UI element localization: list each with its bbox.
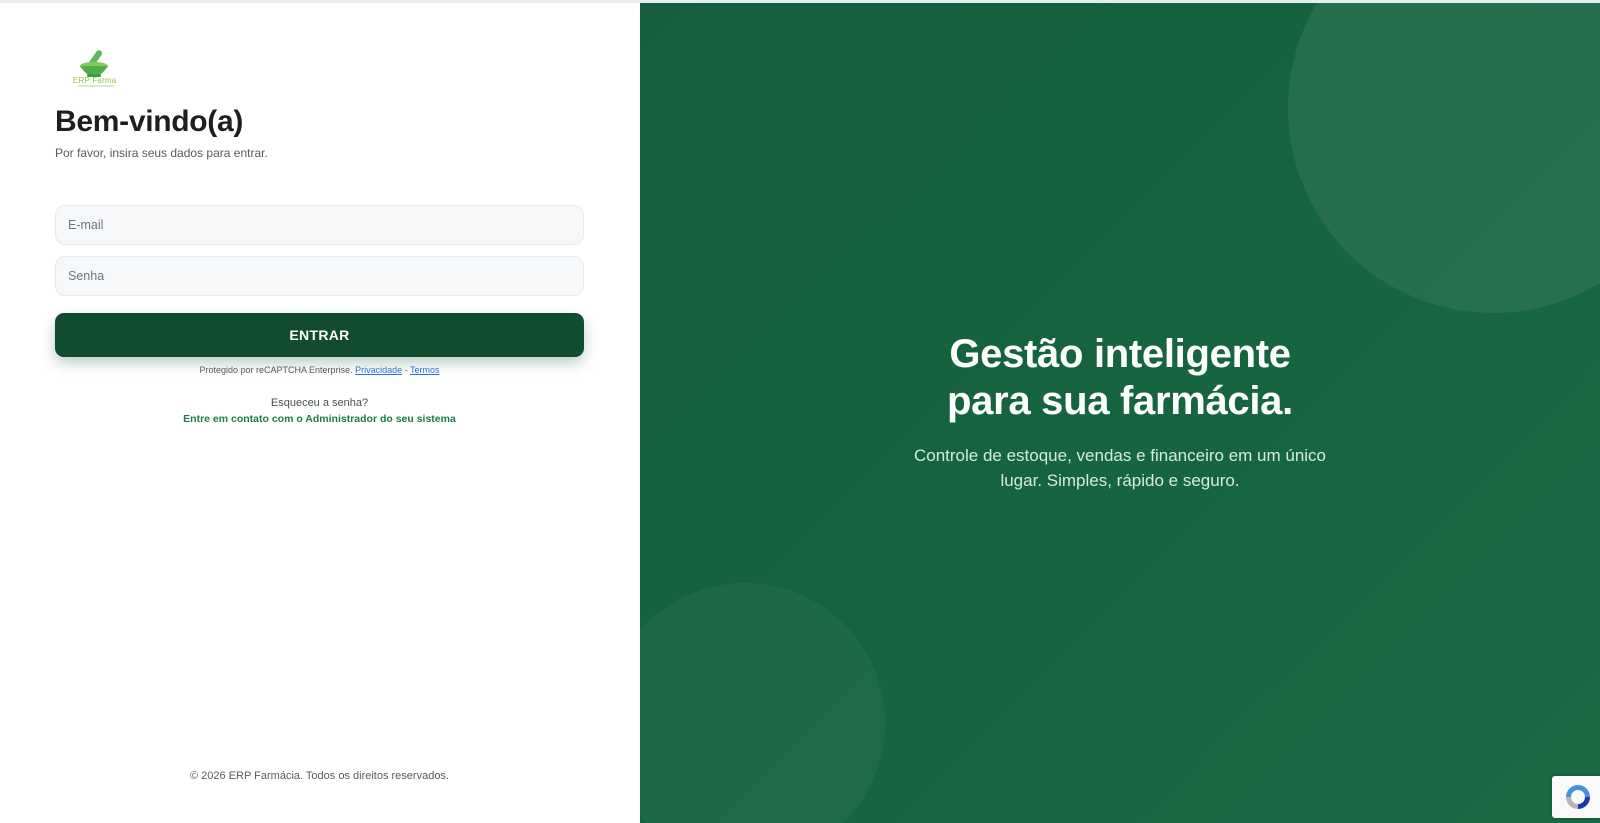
terms-link[interactable]: Termos [410,365,440,375]
email-field[interactable] [55,205,584,245]
hero-title-line1: Gestão inteligente [949,332,1291,376]
page-subtitle: Por favor, insira seus dados para entrar… [55,146,268,160]
hero-title: Gestão inteligente para sua farmácia. [640,331,1600,425]
recaptcha-text: Protegido por reCAPTCHA Enterprise. [199,365,353,375]
hero-title-line2: para sua farmácia. [947,379,1293,423]
hero-panel: Gestão inteligente para sua farmácia. Co… [640,3,1600,823]
login-button[interactable]: ENTRAR [55,313,584,357]
hero-description: Controle de estoque, vendas e financeiro… [913,446,1327,490]
link-separator: - [404,365,408,375]
contact-admin-link[interactable]: Entre em contato com o Administrador do … [55,413,584,425]
login-page: ERP Farma Bem-vindo(a) Por favor, insira… [0,0,1600,823]
recaptcha-icon [1566,785,1590,809]
logo-text: ERP Farma [73,76,117,85]
logo-tagline [78,85,114,87]
recaptcha-badge[interactable] [1552,776,1600,818]
recaptcha-notice: Protegido por reCAPTCHA Enterprise. Priv… [55,365,584,375]
privacy-link[interactable]: Privacidade [355,365,402,375]
forgot-password-text: Esqueceu a senha? [270,397,369,409]
password-field[interactable] [55,256,584,296]
copyright-footer: © 2026 ERP Farmácia. Todos os direitos r… [190,770,449,782]
decorative-circle-bottom [640,583,885,823]
login-panel: ERP Farma Bem-vindo(a) Por favor, insira… [0,3,640,823]
page-title: Bem-vindo(a) [55,105,244,138]
decorative-circle-top [1288,3,1600,313]
